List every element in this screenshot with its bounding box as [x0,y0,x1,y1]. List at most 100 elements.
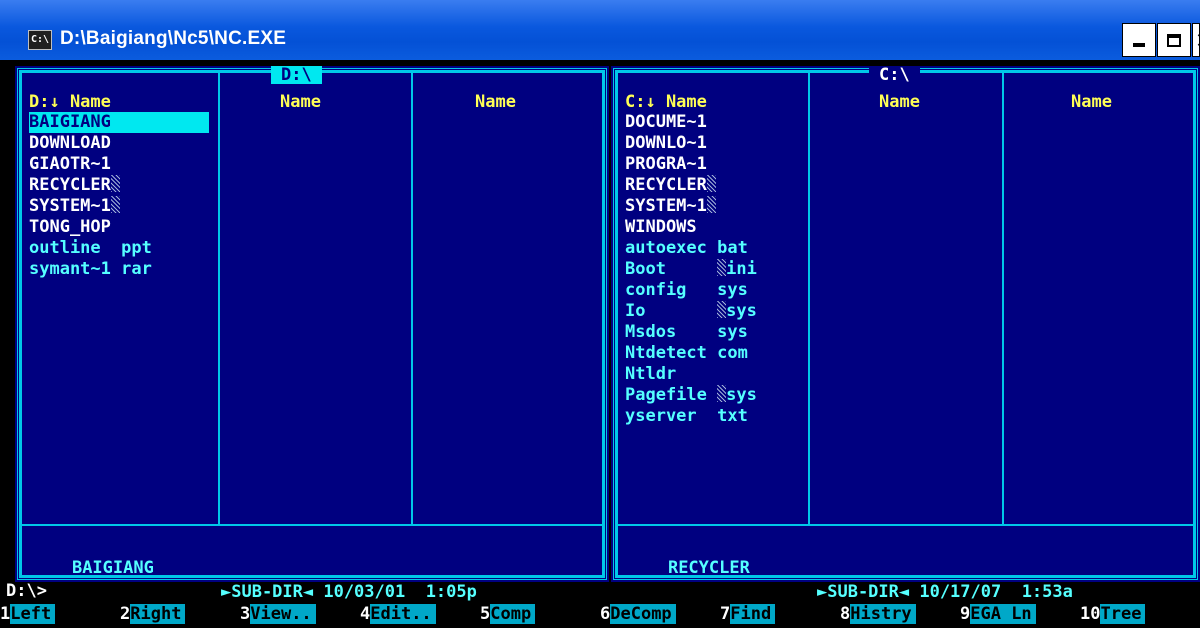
file-name: Ntdetect com [625,343,748,363]
file-name: Pagefile [625,385,718,405]
left-panel-title[interactable]: D:\ [271,66,322,84]
right-file-row[interactable]: RECYCLER [625,175,716,196]
hidden-attr-shade [110,175,120,192]
fkey-label: DeComp [610,604,676,624]
file-name: PROGRA~1 [625,154,707,174]
fkey-label: EGA Ln [970,604,1036,624]
command-prompt[interactable]: D:\> [6,581,47,601]
file-ext: ini [726,259,757,279]
left-file-row[interactable]: DOWNLOAD [29,133,111,154]
maximize-icon [1158,24,1190,56]
hidden-attr-shade [717,385,727,402]
fkey-7[interactable]: 7Find [720,604,776,625]
fkey-9[interactable]: 9EGA Ln [960,604,1036,625]
right-file-row[interactable]: SYSTEM~1 [625,196,716,217]
right-file-row[interactable]: PROGRA~1 [625,154,707,175]
right-status-name: RECYCLER [667,558,750,578]
file-name: autoexec bat [625,238,748,258]
window-title: D:\Baigiang\Nc5\NC.EXE [60,28,287,49]
left-file-row[interactable]: symant~1 rar [29,259,152,280]
file-name: SYSTEM~1 [625,196,707,216]
left-status-line: BAIGIANG ►SUB-DIR◄ 10/03/01 1:05p [31,532,601,602]
fkey-2[interactable]: 2Right [120,604,186,625]
file-name: DOCUME~1 [625,112,707,132]
system-menu-icon[interactable]: C:\ [28,30,52,50]
right-file-row[interactable]: Ntldr [625,364,676,385]
right-name-header[interactable]: C:↓ Name [625,92,707,112]
fkey-number: 5 [480,604,491,624]
fkey-number: 8 [840,604,851,624]
right-file-row[interactable]: Io sys [625,301,757,322]
hidden-attr-shade [717,259,727,276]
close-icon: × [1193,24,1199,56]
left-file-panel[interactable]: D:\ D:↓ Name Name Name BAIGIANG DOWNLOAD G… [15,66,609,602]
left-status-info: ►SUB-DIR◄ 10/03/01 1:05p [221,582,477,602]
fkey-number: 7 [720,604,731,624]
left-file-row[interactable]: TONG_HOP [29,217,111,238]
right-status-info: ►SUB-DIR◄ 10/17/07 1:53a [817,582,1073,602]
title-bar[interactable]: C:\ D:\Baigiang\Nc5\NC.EXE × [0,0,1200,60]
file-name: TONG_HOP [29,217,111,237]
fkey-number: 2 [120,604,131,624]
left-name-header-3: Name [475,92,516,112]
right-name-header-3: Name [1071,92,1112,112]
left-file-row[interactable]: BAIGIANG [29,112,209,133]
close-button[interactable]: × [1192,23,1200,57]
right-status-line: RECYCLER ►SUB-DIR◄ 10/17/07 1:53a [627,532,1192,602]
left-name-header[interactable]: D:↓ Name [29,92,111,112]
function-key-bar: 1Left 2Right 3View.. 4Edit.. 5Comp 6DeComp 7Fi… [0,604,1200,625]
left-file-row[interactable]: RECYCLER [29,175,120,196]
fkey-number: 3 [240,604,251,624]
file-name: RECYCLER [29,175,111,195]
fkey-1[interactable]: 1Left [0,604,56,625]
fkey-8[interactable]: 8Histry [840,604,916,625]
left-status-name: BAIGIANG [71,558,154,578]
file-name: DOWNLOAD [29,133,111,153]
right-file-row[interactable]: DOCUME~1 [625,112,707,133]
fkey-3[interactable]: 3View.. [240,604,316,625]
fkey-6[interactable]: 6DeComp [600,604,676,625]
file-name: Msdos sys [625,322,748,342]
right-name-header-2: Name [879,92,920,112]
fkey-number: 4 [360,604,371,624]
maximize-button[interactable] [1157,23,1191,57]
right-file-row[interactable]: Ntdetect com [625,343,748,364]
fkey-number: 1 [0,604,11,624]
file-name: DOWNLO~1 [625,133,707,153]
left-file-row[interactable]: SYSTEM~1 [29,196,120,217]
hidden-attr-shade [706,175,716,192]
fkey-label: View.. [250,604,316,624]
file-name: RECYCLER [625,175,707,195]
right-file-row[interactable]: Boot ini [625,259,757,280]
minimize-icon [1123,24,1155,56]
file-name: WINDOWS [625,217,697,237]
fkey-5[interactable]: 5Comp [480,604,536,625]
minimize-button[interactable] [1122,23,1156,57]
right-panel-title[interactable]: C:\ [869,66,920,84]
left-file-row[interactable]: outline ppt [29,238,152,259]
fkey-4[interactable]: 4Edit.. [360,604,436,625]
right-file-row[interactable]: WINDOWS [625,217,697,238]
fkey-number: 6 [600,604,611,624]
file-name: GIAOTR~1 [29,154,111,174]
fkey-number: 10 [1080,604,1101,624]
fkey-label: Edit.. [370,604,436,624]
fkey-number: 9 [960,604,971,624]
fkey-label: Right [130,604,186,624]
right-file-panel[interactable]: C:\ C:↓ Name Name Name DOCUME~1 DOWNLO~1 P… [611,66,1200,602]
right-file-row[interactable]: config sys [625,280,748,301]
right-file-row[interactable]: DOWNLO~1 [625,133,707,154]
hidden-attr-shade [706,196,716,213]
right-file-row[interactable]: yserver txt [625,406,748,427]
hidden-attr-shade [717,301,727,318]
right-file-row[interactable]: autoexec bat [625,238,748,259]
fkey-label: Histry [850,604,916,624]
file-ext: sys [726,301,757,321]
hidden-attr-shade [110,196,120,213]
left-file-row[interactable]: GIAOTR~1 [29,154,111,175]
right-file-row[interactable]: Msdos sys [625,322,748,343]
fkey-10[interactable]: 10Tree [1080,604,1146,625]
file-name: config sys [625,280,748,300]
right-file-row[interactable]: Pagefile sys [625,385,757,406]
file-ext: sys [726,385,757,405]
